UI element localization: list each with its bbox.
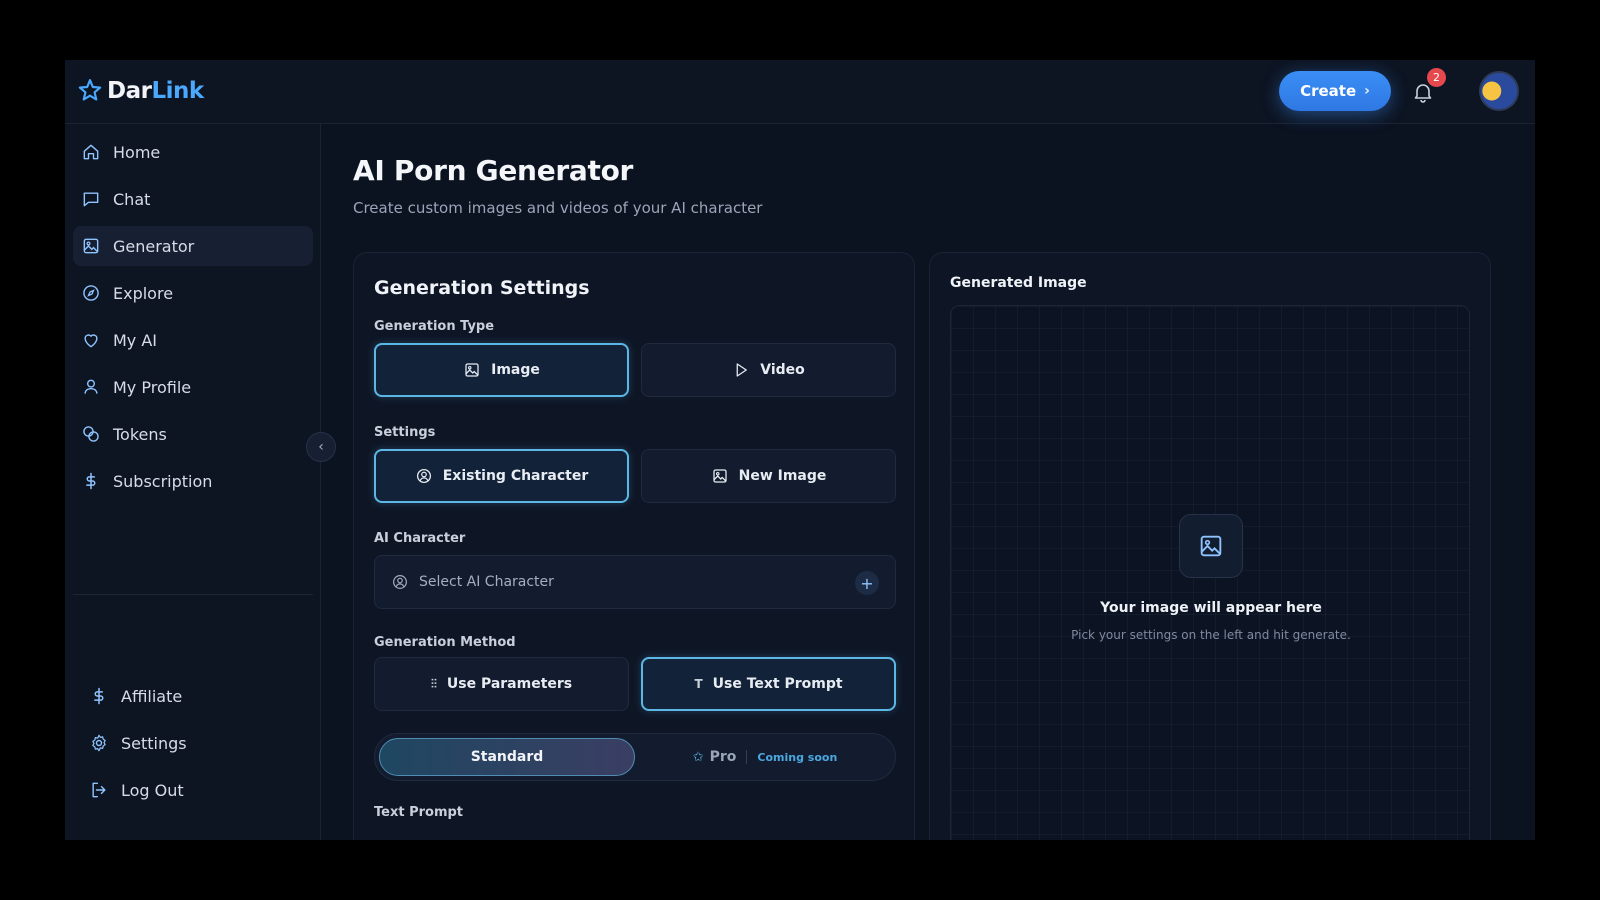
placeholder-subtitle: Pick your settings on the left and hit g… — [1071, 628, 1351, 642]
sidebar-item-label: Generator — [113, 236, 195, 256]
logo[interactable]: DarLink — [77, 78, 204, 104]
page-title: AI Porn Generator — [353, 154, 634, 187]
sidebar-item-label: Settings — [121, 733, 187, 753]
ai-character-select[interactable]: Select AI Character + — [374, 555, 896, 609]
sidebar-item-label: My AI — [113, 330, 158, 350]
sidebar-item-label: My Profile — [113, 377, 192, 397]
sidebar-item-my-ai[interactable]: My AI — [73, 320, 313, 360]
new-image-button[interactable]: New Image — [641, 449, 896, 503]
play-icon — [736, 363, 748, 377]
sidebar-item-settings[interactable]: Settings — [81, 723, 313, 763]
home-icon — [83, 144, 99, 160]
chevron-right-icon: › — [1364, 83, 1370, 99]
sidebar-item-logout[interactable]: Log Out — [81, 770, 313, 810]
heart-icon — [84, 334, 98, 348]
sidebar-item-label: Tokens — [113, 424, 167, 444]
sidebar-item-label: Affiliate — [121, 686, 183, 706]
quality-toggle: Standard ✩ Pro Coming soon — [374, 733, 896, 781]
settings-label: Settings — [374, 425, 436, 440]
user-icon — [84, 379, 98, 394]
chevron-left-icon: ‹ — [318, 439, 324, 455]
standard-option[interactable]: Standard — [379, 738, 635, 776]
placeholder-image-icon-box — [1179, 514, 1243, 578]
brand-name: DarLink — [107, 78, 204, 104]
star-logo-icon — [78, 79, 102, 101]
generation-settings-card: Generation Settings Generation Type Imag… — [353, 252, 915, 840]
sidebar-item-generator[interactable]: Generator — [73, 226, 313, 266]
sidebar-item-label: Explore — [113, 283, 174, 303]
image-icon — [83, 238, 99, 254]
coins-icon — [83, 426, 99, 442]
image-icon — [465, 363, 479, 377]
sidebar-item-my-profile[interactable]: My Profile — [73, 367, 313, 407]
add-character-button[interactable]: + — [855, 571, 879, 595]
ai-character-label: AI Character — [374, 531, 466, 546]
sliders-icon: ⫶⫶ — [430, 676, 437, 691]
create-button-label: Create — [1300, 82, 1357, 100]
type-image-label: Image — [491, 362, 540, 378]
logout-icon — [92, 782, 106, 798]
brand-name-part2: Link — [151, 78, 204, 104]
image-icon — [712, 469, 727, 483]
user-circle-icon — [416, 468, 431, 484]
sidebar-item-subscription[interactable]: Subscription — [73, 461, 313, 501]
existing-character-button[interactable]: Existing Character — [374, 449, 629, 503]
app-window: DarLink Create › 2 Home Chat Generator Ex… — [65, 60, 1535, 840]
use-text-prompt-label: Use Text Prompt — [712, 676, 843, 692]
create-button[interactable]: Create › — [1279, 71, 1391, 111]
image-icon — [1200, 535, 1222, 557]
coming-soon-badge: Coming soon — [757, 750, 838, 764]
user-circle-icon — [393, 575, 407, 589]
placeholder-title: Your image will appear here — [1100, 600, 1322, 616]
sidebar-item-explore[interactable]: Explore — [73, 273, 313, 313]
sidebar-item-affiliate[interactable]: Affiliate — [81, 676, 313, 716]
sidebar-collapse-button[interactable]: ‹ — [306, 432, 336, 462]
sidebar-item-tokens[interactable]: Tokens — [73, 414, 313, 454]
type-video-label: Video — [760, 362, 805, 378]
text-prompt-label: Text Prompt — [374, 805, 464, 820]
sidebar-item-label: Subscription — [113, 471, 213, 491]
sidebar-item-label: Chat — [113, 189, 151, 209]
generation-type-label: Generation Type — [374, 319, 495, 334]
star-icon: ✩ — [692, 749, 704, 765]
sidebar: Home Chat Generator Explore My AI My Pro… — [65, 124, 321, 840]
sidebar-item-label: Log Out — [121, 780, 184, 800]
settings-card-title: Generation Settings — [374, 277, 590, 299]
ai-character-placeholder: Select AI Character — [419, 574, 554, 590]
plus-icon: + — [860, 573, 874, 593]
use-parameters-button[interactable]: ⫶⫶ Use Parameters — [374, 657, 629, 711]
notification-badge: 2 — [1427, 68, 1446, 87]
pro-option[interactable]: ✩ Pro Coming soon — [637, 738, 893, 776]
type-video-button[interactable]: Video — [641, 343, 896, 397]
chat-icon — [83, 192, 99, 207]
sidebar-item-label: Home — [113, 142, 161, 162]
avatar[interactable] — [1479, 71, 1519, 111]
dollar-icon — [94, 687, 104, 705]
preview-area: Your image will appear here Pick your se… — [950, 305, 1470, 840]
top-bar: DarLink Create › 2 — [65, 60, 1535, 124]
gear-icon — [92, 734, 106, 752]
page-subtitle: Create custom images and videos of your … — [353, 199, 763, 217]
preview-title: Generated Image — [950, 275, 1087, 291]
pro-label: Pro — [709, 749, 737, 765]
use-parameters-label: Use Parameters — [446, 676, 573, 692]
existing-character-label: Existing Character — [442, 468, 589, 484]
generated-image-card: Generated Image Your image will appear h… — [929, 252, 1491, 840]
dollar-icon — [86, 472, 96, 490]
main-content: AI Porn Generator Create custom images a… — [321, 124, 1535, 840]
text-icon: T — [694, 677, 703, 691]
pro-separator — [746, 750, 748, 764]
sidebar-divider — [73, 594, 313, 595]
use-text-prompt-button[interactable]: T Use Text Prompt — [641, 657, 896, 711]
new-image-label: New Image — [738, 468, 827, 484]
sidebar-item-home[interactable]: Home — [73, 132, 313, 172]
generation-method-label: Generation Method — [374, 635, 516, 650]
sidebar-item-chat[interactable]: Chat — [73, 179, 313, 219]
type-image-button[interactable]: Image — [374, 343, 629, 397]
brand-name-part1: Dar — [107, 78, 152, 104]
compass-icon — [83, 285, 99, 301]
standard-label: Standard — [470, 749, 544, 765]
